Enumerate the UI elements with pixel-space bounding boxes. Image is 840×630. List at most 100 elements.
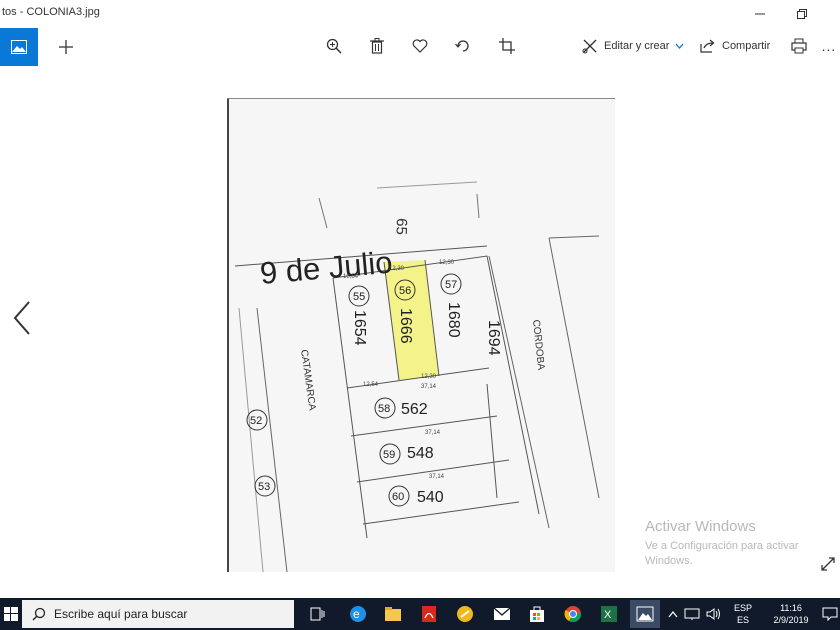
street-9-de-julio: 9 de Julio [259, 245, 394, 291]
excel-app[interactable]: X [594, 600, 624, 628]
image-viewer: 9 de Julio 65 CATAMARCA CORDOBA 55 56 57… [0, 66, 840, 596]
maximize-button[interactable] [782, 0, 822, 28]
notifications-button[interactable] [822, 598, 838, 630]
edge-icon: e [350, 606, 366, 622]
clock-date: 2/9/2019 [773, 615, 809, 625]
chevron-left-icon [13, 301, 30, 335]
previous-button[interactable] [8, 298, 36, 338]
language-code: ESP [734, 603, 753, 613]
title-bar: tos - COLONIA3.jpg [0, 0, 840, 28]
share-label: Compartir [722, 40, 771, 52]
toolbar: Editar y crear Compartir ... [0, 28, 840, 66]
start-button[interactable] [0, 598, 22, 630]
windows-icon [4, 607, 18, 621]
street-cordoba: CORDOBA [530, 319, 546, 371]
rotate-button[interactable] [448, 32, 478, 60]
fullscreen-button[interactable] [820, 556, 838, 574]
measure-8: 37,14 [429, 474, 445, 480]
measure-1: 10,54 [343, 274, 359, 280]
measure-2: 12,30 [389, 266, 405, 272]
lot-55-number: 1654 [351, 310, 368, 346]
crop-button[interactable] [492, 32, 522, 60]
print-button[interactable] [784, 32, 814, 60]
share-button[interactable]: Compartir [700, 34, 770, 58]
mail-app[interactable] [487, 600, 517, 628]
more-label: ... [821, 38, 837, 54]
lot-60-number: 540 [417, 489, 444, 506]
task-view-icon [310, 607, 325, 621]
network-icon[interactable] [684, 607, 700, 621]
lot-57-label: 57 [445, 279, 457, 291]
lot-56-number: 1666 [397, 308, 414, 344]
lot-58-label: 58 [378, 403, 390, 415]
photo-image: 9 de Julio 65 CATAMARCA CORDOBA 55 56 57… [227, 98, 615, 572]
task-view-button[interactable] [302, 600, 332, 628]
lot-top-number: 65 [392, 218, 410, 235]
file-explorer-app[interactable] [378, 600, 408, 628]
zoom-icon [326, 38, 342, 54]
document-edge [227, 98, 229, 572]
pdf-icon [422, 606, 436, 622]
acrobat-app[interactable] [414, 600, 444, 628]
photo-icon [11, 40, 27, 54]
system-tray [668, 598, 732, 630]
notification-icon [822, 607, 838, 621]
lot-55-label: 55 [353, 291, 365, 303]
chrome-icon [564, 606, 582, 623]
measure-4: 12,54 [363, 382, 379, 388]
chrome-app[interactable] [558, 600, 588, 628]
edit-create-icon [582, 39, 597, 54]
minimize-icon [755, 13, 765, 15]
photos-app[interactable] [630, 600, 660, 628]
lot-58-number: 562 [401, 401, 428, 418]
share-icon [700, 39, 715, 53]
clock-time: 11:16 [780, 603, 802, 613]
lot-53-label: 53 [258, 481, 270, 493]
search-icon [32, 607, 46, 621]
measure-5: 37,14 [421, 384, 437, 390]
zoom-button[interactable] [319, 32, 349, 60]
edge-app[interactable]: e [343, 600, 373, 628]
measure-3: 12,30 [439, 260, 455, 266]
edit-create-button[interactable]: Editar y crear [582, 34, 684, 58]
app-yellow-icon [457, 606, 473, 622]
volume-icon[interactable] [706, 607, 722, 621]
store-icon [530, 606, 544, 622]
crop-icon [499, 38, 515, 54]
measure-7: 37,14 [425, 430, 441, 436]
photos-icon [636, 606, 654, 622]
watermark-title: Activar Windows [645, 518, 756, 535]
svg-text:X: X [604, 609, 612, 621]
folder-icon [385, 607, 401, 621]
lot-57-number: 1680 [445, 302, 462, 338]
clock[interactable]: 11:16 2/9/2019 [766, 598, 816, 630]
language-indicator[interactable]: ESP ES [734, 598, 752, 630]
plus-icon [59, 40, 73, 54]
cadastral-map: 9 de Julio 65 CATAMARCA CORDOBA 55 56 57… [234, 181, 600, 572]
measure-6: 12,30 [421, 374, 437, 380]
lot-59-label: 59 [383, 449, 395, 461]
chevron-up-icon[interactable] [668, 610, 678, 618]
chevron-down-icon [675, 43, 684, 49]
street-catamarca: CATAMARCA [298, 349, 317, 412]
delete-button[interactable] [362, 32, 392, 60]
lot-60-label: 60 [392, 491, 404, 503]
more-button[interactable]: ... [818, 32, 840, 60]
printer-icon [791, 38, 807, 54]
window-title: tos - COLONIA3.jpg [2, 6, 100, 18]
store-app[interactable] [522, 600, 552, 628]
expand-icon [821, 557, 835, 571]
taskbar-search[interactable]: Escribe aquí para buscar [22, 600, 294, 628]
lot-56-label: 56 [399, 285, 411, 297]
restore-icon [797, 9, 807, 19]
edit-create-label: Editar y crear [604, 40, 670, 52]
add-button[interactable] [52, 34, 80, 60]
collection-button[interactable] [0, 28, 38, 66]
lot-59-number: 548 [407, 445, 434, 462]
lot-52-label: 52 [250, 415, 262, 427]
taskbar: Escribe aquí para buscar e X ESP ES 11:1… [0, 598, 840, 630]
minimize-button[interactable] [740, 0, 780, 28]
document-edge-top [227, 98, 615, 99]
favorite-button[interactable] [405, 32, 435, 60]
yellow-app[interactable] [450, 600, 480, 628]
